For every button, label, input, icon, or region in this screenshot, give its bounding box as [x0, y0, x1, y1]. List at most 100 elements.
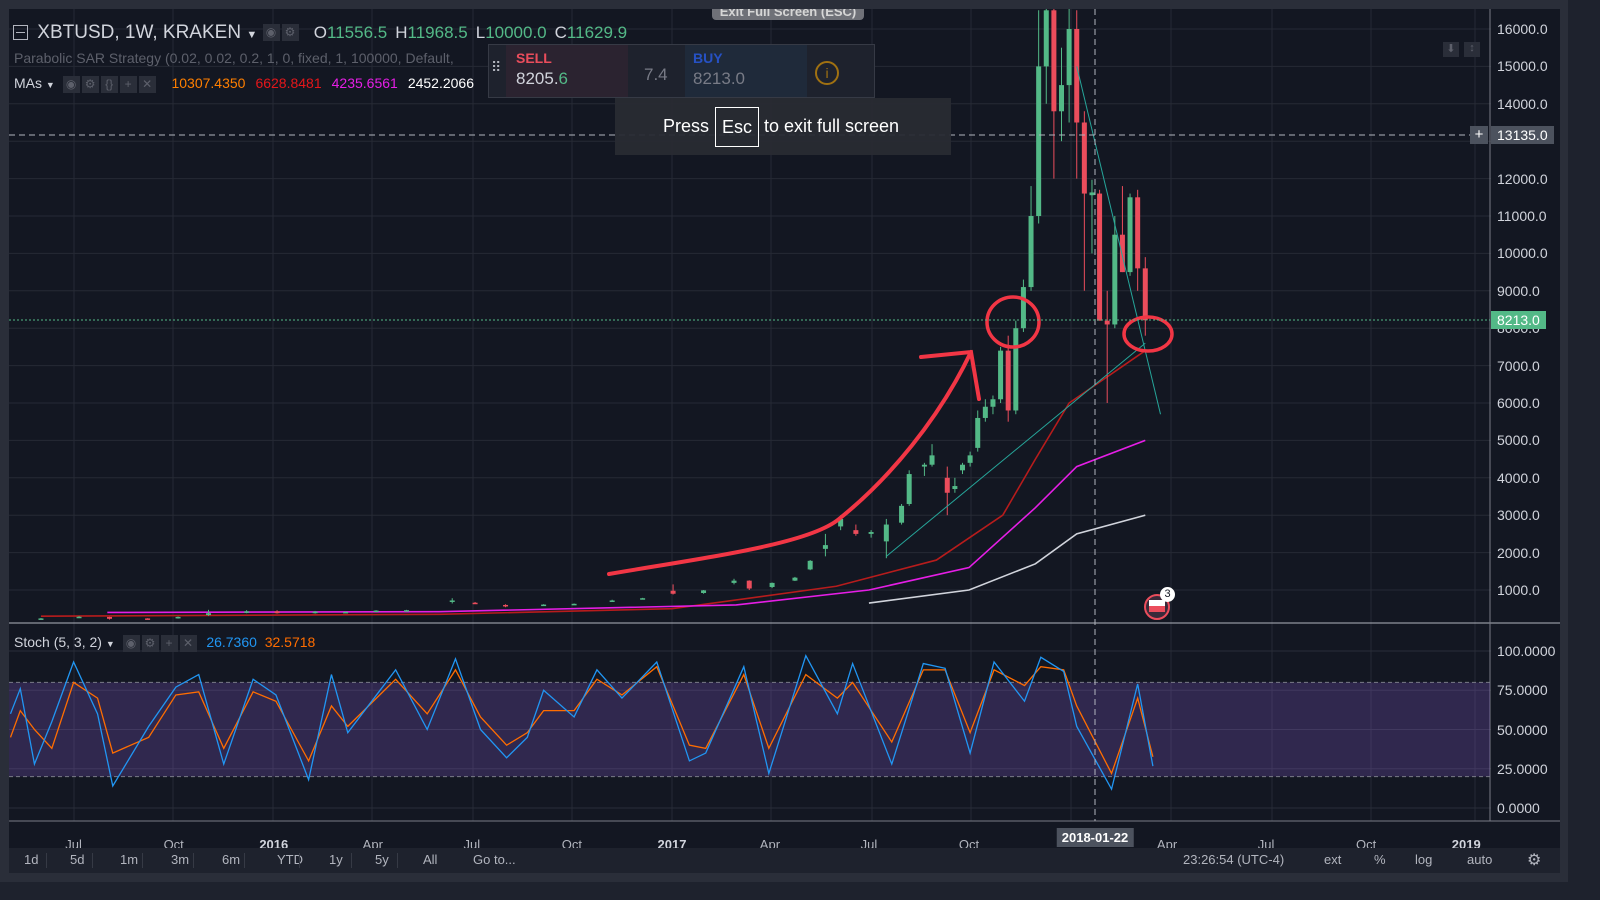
gear-icon[interactable]: ⚙: [281, 24, 299, 42]
price-tick-label: 12000.0: [1497, 170, 1548, 187]
scale-down-icon[interactable]: ⬇: [1443, 42, 1459, 57]
ext-toggle[interactable]: ext: [1324, 852, 1341, 867]
candle-body: [1127, 197, 1133, 273]
candle: [609, 599, 615, 602]
range-button-1y[interactable]: 1y: [329, 852, 343, 867]
divider: [92, 853, 93, 868]
price-tick-label: 1000.0: [1497, 582, 1540, 598]
candle: [1074, 10, 1080, 179]
candle: [899, 503, 905, 525]
candle: [731, 578, 737, 585]
stoch-d-value: 32.5718: [264, 634, 316, 650]
fullscreen-exit-tab[interactable]: Exit Full Screen (ESC): [712, 9, 864, 20]
plus-icon[interactable]: +: [160, 634, 178, 652]
sell-button[interactable]: SELL 8205.6: [506, 45, 628, 97]
price-tick-label: 2000.0: [1497, 544, 1540, 561]
source-code-icon[interactable]: {}: [100, 75, 118, 93]
close-icon[interactable]: ✕: [179, 634, 197, 652]
goto-button[interactable]: Go to...: [473, 852, 516, 867]
candle-body: [822, 545, 828, 549]
buy-button[interactable]: BUY 8213.0: [685, 45, 807, 97]
annotation-arrow: [607, 349, 981, 576]
candle-body: [1013, 328, 1019, 411]
eye-icon[interactable]: ◉: [262, 24, 280, 42]
candle: [853, 524, 859, 536]
price-tick-label: 4000.0: [1497, 469, 1540, 486]
esc-key: Esc: [715, 107, 760, 147]
range-button-1d[interactable]: 1d: [24, 852, 38, 867]
chevron-down-icon[interactable]: ▼: [46, 80, 55, 90]
eye-icon[interactable]: ◉: [62, 75, 80, 93]
sell-label: SELL: [516, 50, 552, 66]
candle: [868, 530, 874, 538]
price-tick-label: 15000.0: [1497, 58, 1548, 75]
candle-body: [1081, 122, 1087, 194]
crosshair-date-label: 2018-01-22: [1056, 828, 1134, 847]
price-tick-label: 7000.0: [1497, 357, 1540, 374]
candle: [967, 451, 973, 467]
candle-body: [1135, 197, 1141, 269]
candle: [929, 444, 935, 467]
stoch-tick-label: 100.0000: [1497, 643, 1556, 659]
candle-body: [807, 560, 813, 570]
drag-handle[interactable]: ⠿: [491, 59, 503, 76]
bottom-toolbar: 1d 5d 1m 3m 6m YTD 1y 5y All Go to... 23:26:54 (UT…: [9, 848, 1560, 873]
candle: [1081, 111, 1087, 291]
candle-body: [853, 530, 859, 534]
settings-gear-icon[interactable]: ⚙: [1527, 850, 1541, 870]
collapse-icon[interactable]: [13, 25, 28, 41]
auto-toggle[interactable]: auto: [1467, 852, 1492, 867]
symbol-legend: XBTUSD, 1W, KRAKEN ▼ ◉ ⚙ O11556.5 H11968.5…: [13, 22, 627, 44]
symbol-title[interactable]: XBTUSD, 1W, KRAKEN: [37, 22, 241, 43]
economic-event-flag-icon[interactable]: 3: [1144, 587, 1175, 620]
chevron-down-icon[interactable]: ▼: [106, 639, 115, 649]
candle: [1089, 179, 1095, 254]
percent-toggle[interactable]: %: [1374, 852, 1386, 867]
candle: [404, 609, 410, 612]
chevron-down-icon[interactable]: ▼: [246, 29, 257, 41]
strategy-legend[interactable]: Parabolic SAR Strategy (0.02, 0.02, 0.2,…: [14, 50, 454, 66]
candle: [1036, 10, 1042, 224]
stoch-label[interactable]: Stoch (5, 3, 2): [14, 634, 102, 650]
gear-icon[interactable]: ⚙: [81, 75, 99, 93]
candle: [244, 610, 250, 614]
crosshair-add-button[interactable]: +: [1470, 126, 1488, 144]
plus-icon[interactable]: +: [119, 75, 137, 93]
candle: [1142, 257, 1148, 336]
candle: [175, 616, 181, 619]
range-button-all[interactable]: All: [423, 852, 437, 867]
ohlc-c: C11629.9: [554, 23, 628, 42]
scale-fit-icon[interactable]: ↕: [1464, 42, 1480, 57]
gear-icon[interactable]: ⚙: [141, 634, 159, 652]
range-button-5y[interactable]: 5y: [375, 852, 389, 867]
candle-body: [701, 590, 707, 593]
ma-label[interactable]: MAs: [14, 75, 42, 91]
ohlc-values: O11556.5 H11968.5 L10000.0 C11629.9: [306, 23, 627, 42]
range-button-1m[interactable]: 1m: [120, 852, 138, 867]
divider: [299, 853, 300, 868]
candle-body: [404, 610, 410, 612]
candle-body: [1066, 29, 1072, 86]
eye-icon[interactable]: ◉: [122, 634, 140, 652]
candle: [701, 590, 707, 594]
candle: [1051, 9, 1057, 179]
candle-body: [1112, 234, 1118, 325]
annotation-circle: [985, 295, 1041, 349]
range-button-5d[interactable]: 5d: [70, 852, 84, 867]
chart-area[interactable]: XBTUSD, 1W, KRAKEN ▼ ◉ ⚙ O11556.5 H11968.5…: [9, 9, 1560, 873]
event-count-badge: 3: [1160, 587, 1175, 602]
range-button-6m[interactable]: 6m: [222, 852, 240, 867]
candle-body: [731, 580, 737, 583]
close-icon[interactable]: ✕: [138, 75, 156, 93]
range-button-3m[interactable]: 3m: [171, 852, 189, 867]
moving-average-line: [107, 439, 1146, 614]
log-toggle[interactable]: log: [1415, 852, 1432, 867]
stoch-band: [9, 682, 1490, 777]
info-icon[interactable]: i: [815, 61, 839, 85]
price-tick-label: 6000.0: [1497, 395, 1540, 411]
ohlc-h: H11968.5: [395, 23, 468, 42]
candle-body: [670, 590, 676, 594]
candle: [1119, 186, 1125, 273]
ohlc-l: L10000.0: [475, 23, 547, 42]
candle: [38, 618, 44, 620]
